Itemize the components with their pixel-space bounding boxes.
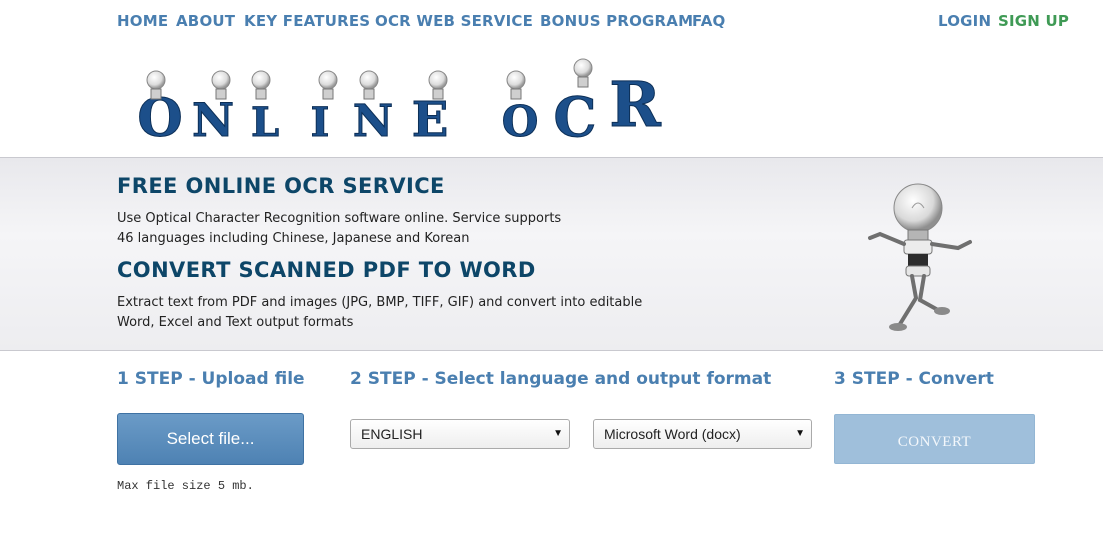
- site-logo[interactable]: ONLINEOCR: [135, 48, 675, 150]
- max-file-size-note: Max file size 5 mb.: [117, 479, 254, 493]
- logo-letter: I: [311, 99, 330, 146]
- lightbulb-mascot-body: [150, 88, 162, 100]
- lightbulb-mascot-body: [432, 88, 444, 100]
- hero-section: FREE ONLINE OCR SERVICE Use Optical Char…: [0, 157, 1103, 351]
- nav-ocr-web-service-link[interactable]: OCR WEB SERVICE: [375, 12, 533, 30]
- language-select-value: ENGLISH: [361, 426, 423, 442]
- nav-key-features-link[interactable]: KEY FEATURES: [244, 12, 370, 30]
- lightbulb-mascot-body: [510, 88, 522, 100]
- logo-letter: L: [251, 99, 279, 146]
- hero-title-free-ocr: FREE ONLINE OCR SERVICE: [117, 174, 445, 198]
- dropdown-arrow-icon: ▼: [553, 428, 563, 439]
- lightbulb-mascot-icon: [428, 70, 448, 90]
- logo-letter: R: [609, 68, 661, 141]
- top-navigation: HOME ABOUT KEY FEATURES OCR WEB SERVICE …: [117, 12, 1069, 32]
- hero-description-line-4: Word, Excel and Text output formats: [117, 315, 354, 330]
- lightbulb-mascot-icon: [211, 70, 231, 90]
- nav-bonus-program-link[interactable]: BONUS PROGRAM: [540, 12, 693, 30]
- convert-button[interactable]: CONVERT: [834, 414, 1035, 464]
- logo-letter: N: [353, 96, 393, 147]
- lightbulb-mascot-body: [215, 88, 227, 100]
- logo-letter: N: [192, 93, 234, 147]
- lightbulb-mascot-icon: [251, 70, 271, 90]
- nav-signup-link[interactable]: SIGN UP: [998, 12, 1069, 30]
- hero-title-convert-pdf: CONVERT SCANNED PDF TO WORD: [117, 258, 536, 282]
- logo-letter: O: [502, 97, 539, 146]
- nav-login-link[interactable]: LOGIN: [938, 12, 991, 30]
- step-3-title: 3 STEP - Convert: [834, 369, 994, 389]
- lightbulb-mascot-body: [577, 76, 589, 88]
- output-format-select[interactable]: Microsoft Word (docx) ▼: [593, 419, 812, 449]
- lightbulb-robot-icon: [868, 183, 972, 331]
- lightbulb-mascot-icon: [573, 58, 593, 78]
- logo-letter: E: [412, 92, 449, 148]
- dropdown-arrow-icon: ▼: [795, 428, 805, 439]
- lightbulb-mascot-body: [255, 88, 267, 100]
- output-format-select-value: Microsoft Word (docx): [604, 426, 741, 442]
- nav-home-link[interactable]: HOME: [117, 12, 168, 30]
- step-1-title: 1 STEP - Upload file: [117, 369, 305, 389]
- hero-description-line-1: Use Optical Character Recognition softwa…: [117, 211, 562, 226]
- lightbulb-mascot-icon: [146, 70, 166, 90]
- lightbulb-mascot-icon: [318, 70, 338, 90]
- hero-description-line-3: Extract text from PDF and images (JPG, B…: [117, 295, 643, 310]
- online-ocr-logo-graphic: ONLINEOCR: [137, 58, 662, 150]
- lightbulb-mascot-body: [322, 88, 334, 100]
- nav-about-link[interactable]: ABOUT: [176, 12, 235, 30]
- step-2-title: 2 STEP - Select language and output form…: [350, 369, 772, 389]
- lightbulb-mascot-icon: [359, 70, 379, 90]
- nav-faq-link[interactable]: FAQ: [692, 12, 726, 30]
- hero-description-line-2: 46 languages including Chinese, Japanese…: [117, 231, 470, 246]
- select-file-button[interactable]: Select file...: [117, 413, 304, 465]
- lightbulb-mascot-icon: [506, 70, 526, 90]
- lightbulb-mascot-body: [363, 88, 375, 100]
- language-select[interactable]: ENGLISH ▼: [350, 419, 570, 449]
- logo-letter: C: [554, 85, 597, 148]
